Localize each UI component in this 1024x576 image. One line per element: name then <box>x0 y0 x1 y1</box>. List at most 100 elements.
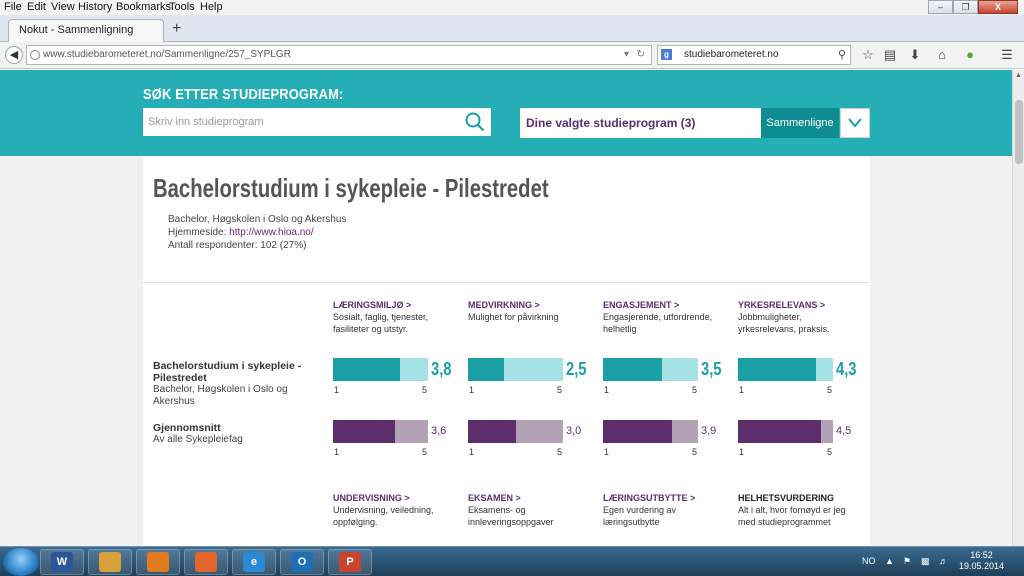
category-participation[interactable]: MEDVIRKNING > <box>468 300 540 310</box>
tab-strip: Nokut - Sammenligning + <box>0 15 1024 42</box>
scale-min: 1 <box>334 385 340 395</box>
explorer-icon[interactable] <box>88 549 132 575</box>
scale-max: 5 <box>422 385 428 395</box>
menu-file[interactable]: File <box>4 1 22 13</box>
row-average-sub: Av alle Sykepleiefag <box>153 434 243 445</box>
bookmark-star-icon[interactable]: ☆ <box>859 46 877 64</box>
category-exam[interactable]: EKSAMEN > <box>468 493 521 503</box>
bookmarks-menu-icon[interactable]: ▤ <box>881 46 899 64</box>
scale-min: 1 <box>604 385 610 395</box>
degree-line: Bachelor, Høgskolen i Oslo og Akershus <box>168 214 347 225</box>
score-value: 4,5 <box>836 425 852 437</box>
outlook-icon[interactable]: O <box>280 549 324 575</box>
menu-tools[interactable]: Tools <box>169 1 195 13</box>
scale-min: 1 <box>469 447 475 457</box>
language-indicator[interactable]: NO <box>862 556 876 566</box>
category-learning-environment[interactable]: LÆRINGSMILJØ > <box>333 300 411 310</box>
addon-icon[interactable]: ● <box>961 46 979 64</box>
search-hero: SØK ETTER STUDIEPROGRAM: Dine valgte stu… <box>0 70 1012 156</box>
scale-max: 5 <box>557 385 563 395</box>
program-search-input[interactable] <box>148 114 448 130</box>
back-button[interactable]: ◀ <box>5 46 23 64</box>
firefox-icon[interactable] <box>184 549 228 575</box>
menu-help[interactable]: Help <box>200 1 223 13</box>
scroll-up-icon[interactable]: ▲ <box>1015 72 1022 79</box>
selected-programs[interactable]: Dine valgte studieprogram (3) <box>520 108 761 138</box>
category-desc: Mulighet for påvirkning <box>468 312 559 322</box>
score-bar-fill <box>468 420 516 443</box>
category-engagement[interactable]: ENGASJEMENT > <box>603 300 679 310</box>
score-value: 3,9 <box>701 425 717 437</box>
close-button[interactable]: X <box>978 0 1018 14</box>
search-icon[interactable] <box>465 112 485 132</box>
menu-bookmarks[interactable]: Bookmarks <box>116 1 171 13</box>
minimize-button[interactable]: – <box>928 0 953 14</box>
navigation-bar: ◀ www.studiebarometeret.no/Sammenligne/2… <box>0 42 1024 69</box>
scale-min: 1 <box>334 447 340 457</box>
page-viewport: SØK ETTER STUDIEPROGRAM: Dine valgte stu… <box>0 70 1012 546</box>
score-bar <box>333 420 428 443</box>
row-average-name: Gjennomsnitt <box>153 422 221 434</box>
scale-max: 5 <box>692 447 698 457</box>
menu-view[interactable]: View <box>51 1 75 13</box>
tab-active[interactable]: Nokut - Sammenligning <box>8 19 164 42</box>
menu-history[interactable]: History <box>78 1 112 13</box>
score-value: 4,3 <box>836 359 857 379</box>
score-bar <box>333 358 428 381</box>
search-bar-text: studiebarometeret.no <box>684 49 779 60</box>
category-desc: Sosialt, faglig, tjenester, fasiliteter … <box>333 312 429 334</box>
category-desc: Jobbmuligheter, yrkesrelevans, praksis. <box>738 312 830 334</box>
url-text: www.studiebarometeret.no/Sammenligne/257… <box>43 49 291 60</box>
url-bar[interactable]: www.studiebarometeret.no/Sammenligne/257… <box>26 45 652 65</box>
row-program-name: Bachelorstudium i sykepleie - Pilestrede… <box>153 360 302 384</box>
score-value: 3,6 <box>431 425 447 437</box>
clock[interactable]: 16:52 19.05.2014 <box>959 550 1004 572</box>
homepage-link[interactable]: http://www.hioa.no/ <box>229 227 314 238</box>
word-icon[interactable]: W <box>40 549 84 575</box>
compare-button[interactable]: Sammenligne <box>761 108 839 138</box>
category-job-relevance[interactable]: YRKESRELEVANS > <box>738 300 825 310</box>
media-player-icon[interactable] <box>136 549 180 575</box>
google-icon[interactable]: g <box>661 49 672 60</box>
category-overall: HELHETSVURDERING <box>738 493 835 503</box>
scrollbar[interactable]: ▲ <box>1012 70 1024 546</box>
home-icon[interactable]: ⌂ <box>933 46 951 64</box>
powerpoint-icon[interactable]: P <box>328 549 372 575</box>
tray-arrow-icon[interactable]: ▲ <box>885 556 894 566</box>
network-icon[interactable]: ▩ <box>921 556 930 567</box>
maximize-button[interactable]: ❐ <box>953 0 978 14</box>
scale-min: 1 <box>739 447 745 457</box>
downloads-icon[interactable]: ⬇ <box>906 46 924 64</box>
reload-icon[interactable]: ↻ <box>637 46 645 64</box>
start-button[interactable] <box>3 548 39 576</box>
scale-max: 5 <box>557 447 563 457</box>
score-value: 2,5 <box>566 359 587 379</box>
category-desc: Undervisning, veiledning, oppfølging. <box>333 505 434 527</box>
score-bar-fill <box>603 420 672 443</box>
taskbar: WeOP NO ▲ ⚑ ▩ ♬ 16:52 19.05.2014 <box>0 546 1024 576</box>
category-desc: Eksamens- og innleveringsoppgaver <box>468 505 554 527</box>
category-teaching[interactable]: UNDERVISNING > <box>333 493 410 503</box>
search-bar[interactable]: g studiebarometeret.no ⚲ <box>657 45 851 65</box>
volume-icon[interactable]: ♬ <box>939 556 948 566</box>
scale-min: 1 <box>604 447 610 457</box>
dropdown-arrow-icon[interactable]: ▾ <box>624 46 629 64</box>
score-bar <box>738 420 833 443</box>
score-bar <box>468 420 563 443</box>
new-tab-button[interactable]: + <box>172 20 181 38</box>
homepage-label: Hjemmeside: <box>168 227 227 238</box>
search-icon[interactable]: ⚲ <box>838 46 846 64</box>
menu-edit[interactable]: Edit <box>27 1 46 13</box>
page-title: Bachelorstudium i sykepleie - Pilestrede… <box>153 173 549 203</box>
scroll-thumb[interactable] <box>1015 100 1023 164</box>
window-controls: – ❐ X <box>928 0 1018 14</box>
internet-explorer-icon[interactable]: e <box>232 549 276 575</box>
respondents-count: Antall respondenter: 102 (27%) <box>168 240 307 251</box>
chevron-down-icon[interactable] <box>840 108 870 138</box>
category-learning-outcome[interactable]: LÆRINGSUTBYTTE > <box>603 493 695 503</box>
menu-icon[interactable]: ☰ <box>998 46 1016 64</box>
flag-icon[interactable]: ⚑ <box>903 556 911 567</box>
score-bar-fill <box>333 420 395 443</box>
category-desc: Egen vurdering av læringsutbytte <box>603 505 677 527</box>
score-bar-fill <box>603 358 662 381</box>
